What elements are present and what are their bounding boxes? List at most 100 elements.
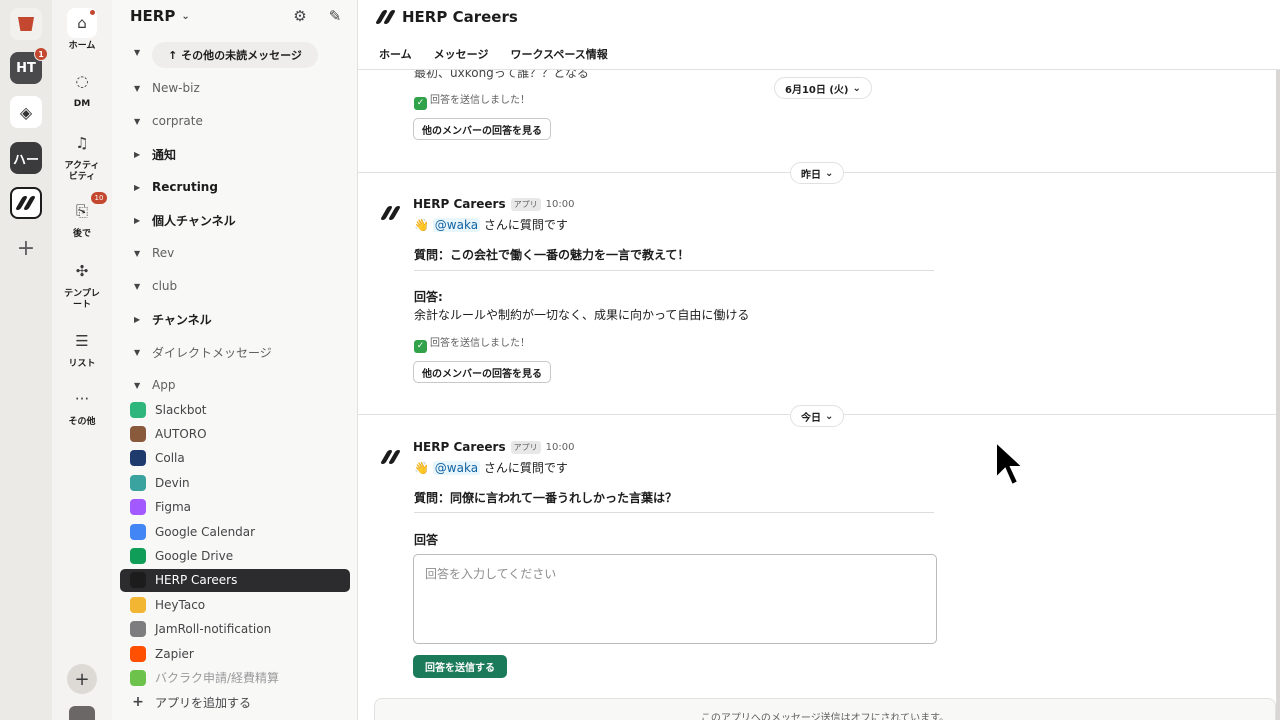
question-text: 質問：同僚に言われて一番うれしかった言葉は？ — [414, 491, 678, 505]
channel-title-text: HERP Careers — [402, 8, 518, 26]
nav-lists[interactable]: ☰ リスト — [52, 326, 112, 370]
user-avatar[interactable] — [69, 706, 95, 720]
timestamp[interactable]: 10:00 — [546, 199, 575, 210]
app-icon — [130, 572, 146, 589]
more-unread-button[interactable]: ↑ その他の未読メッセージ — [152, 42, 318, 68]
sidebar-app-item[interactable]: Google Calendar — [120, 520, 350, 543]
app-icon — [130, 669, 146, 686]
sidebar-app-label: Google Drive — [155, 548, 234, 563]
chevron-down-icon: ⌄ — [181, 10, 190, 22]
workspace-icon-1[interactable] — [10, 8, 42, 40]
channel-title[interactable]: HERP Careers — [374, 8, 518, 26]
nav-dm[interactable]: ◌ DM — [52, 66, 112, 110]
add-app-button[interactable]: + アプリを追加する — [120, 691, 350, 714]
sidebar-app-label: JamRoll-notification — [155, 622, 272, 637]
sidebar-app-label: Colla — [155, 451, 185, 466]
caret-down-icon: ▼ — [134, 48, 141, 57]
sidebar-app-item[interactable]: HeyTaco — [120, 593, 350, 616]
workspace-ht[interactable]: HT 1 — [10, 47, 48, 84]
chevron-down-icon: ⌄ — [852, 82, 861, 94]
see-others-button[interactable]: 他のメンバーの回答を見る — [413, 361, 551, 383]
sidebar-app-item[interactable]: JamRoll-notification — [120, 618, 350, 641]
workspace-ha[interactable]: ハー — [10, 142, 42, 174]
sidebar-section-label: club — [152, 279, 178, 293]
tab-messages[interactable]: メッセージ — [434, 46, 489, 70]
cup-icon — [18, 17, 34, 31]
nav-templates-label: テンプレ ート — [64, 289, 100, 310]
timestamp[interactable]: 10:00 — [546, 442, 575, 453]
create-button[interactable]: + — [67, 664, 97, 694]
sidebar-section[interactable]: ▼ App — [130, 373, 350, 397]
tab-home[interactable]: ホーム — [379, 46, 412, 70]
sidebar-app-item[interactable]: Zapier — [120, 642, 350, 665]
answer-textarea[interactable]: 回答を入力してください — [413, 554, 937, 644]
see-others-button[interactable]: 他のメンバーの回答を見る — [413, 118, 551, 140]
later-badge: 10 — [91, 192, 107, 204]
nav-later[interactable]: ⎘ 10 後で — [52, 192, 112, 240]
app-icon — [130, 450, 146, 467]
submit-answer-button[interactable]: 回答を送信する — [413, 655, 507, 678]
caret-right-icon: ▶ — [134, 215, 141, 225]
bell-icon: ♫ — [75, 134, 89, 152]
app-avatar-icon[interactable] — [379, 450, 402, 464]
sender-name[interactable]: HERP Careers — [413, 440, 506, 454]
sidebar-section[interactable]: ▼ corprate — [130, 109, 350, 133]
app-tag: アプリ — [510, 440, 541, 454]
check-icon: ✓ — [414, 340, 427, 353]
workspace-3[interactable]: ◈ — [10, 96, 42, 128]
sidebar-app-label: Google Calendar — [155, 524, 256, 539]
workspace-herp[interactable] — [10, 187, 42, 219]
app-icon — [130, 523, 146, 540]
nav-home[interactable]: ⌂ ホーム — [52, 8, 112, 52]
home-icon: ⌂ — [67, 8, 97, 38]
sidebar-app-item[interactable]: バクラク申請/経費精算 — [120, 666, 350, 689]
sidebar-section[interactable]: ▼ club — [130, 274, 350, 298]
sidebar-app-item[interactable]: Figma — [120, 496, 350, 519]
date-divider-yesterday[interactable]: 昨日 ⌄ — [790, 162, 845, 184]
sidebar-app-item[interactable]: HERP Careers — [120, 568, 350, 592]
sidebar-app-item[interactable]: Devin — [120, 471, 350, 494]
app-avatar-icon[interactable] — [379, 206, 402, 220]
bookmark-icon: ⎘ 10 — [67, 192, 107, 226]
sidebar-section-label: 個人チャンネル — [152, 213, 236, 228]
workspace-ha-label: ハー — [12, 152, 39, 168]
sidebar-section[interactable]: ▼ ダイレクトメッセージ — [130, 340, 350, 364]
app-icon — [130, 645, 146, 662]
workspace-menu[interactable]: HERP ⌄ — [130, 7, 190, 25]
message-intro: 👋 @waka さんに質問です — [414, 218, 568, 232]
caret-down-icon: ▼ — [134, 347, 141, 357]
tab-workspace-info[interactable]: ワークスペース情報 — [510, 46, 607, 70]
sidebar-app-item[interactable]: AUTORO — [120, 422, 350, 445]
sidebar-section[interactable]: ▶ チャンネル — [130, 307, 350, 331]
sidebar-section[interactable]: ▶ 通知 — [130, 142, 350, 166]
sidebar-section[interactable]: ▶ 個人チャンネル — [130, 208, 350, 232]
filter-icon[interactable]: ⚙ — [290, 7, 310, 25]
sidebar-app-item[interactable]: Slackbot — [120, 398, 350, 421]
add-workspace-button[interactable]: + — [14, 236, 38, 261]
sidebar-section[interactable]: ▶ Recruting — [130, 175, 350, 199]
sidebar-section[interactable]: ▼ New-biz — [130, 76, 350, 100]
sidebar: HERP ⌄ ⚙ ✎ ▼ ↑ その他の未読メッセージ ▼ New-biz ▼ corp… — [112, 0, 358, 720]
sidebar-section-label: corprate — [152, 114, 203, 128]
nav-templates[interactable]: ✣ テンプレ ート — [52, 256, 112, 311]
compose-icon[interactable]: ✎ — [325, 7, 345, 25]
user-mention[interactable]: @waka — [432, 461, 481, 475]
scrollbar[interactable] — [1276, 0, 1280, 720]
date-divider-jun10[interactable]: 6月10日 (火) ⌄ — [774, 77, 872, 99]
sidebar-section[interactable]: ▼ Rev — [130, 241, 350, 265]
sidebar-app-label: HeyTaco — [155, 597, 206, 612]
sidebar-app-label: Slackbot — [155, 402, 207, 417]
more-icon: ··· — [74, 390, 90, 408]
sidebar-app-item[interactable]: Google Drive — [120, 544, 350, 567]
plus-icon: + — [132, 694, 144, 711]
nav-more[interactable]: ··· その他 — [52, 384, 112, 428]
date-divider-today[interactable]: 今日 ⌄ — [790, 405, 845, 427]
nav-activity[interactable]: ♫ アクティ ビティ — [52, 128, 112, 183]
user-mention[interactable]: @waka — [432, 218, 481, 232]
nav-dm-label: DM — [73, 99, 91, 109]
sender-name[interactable]: HERP Careers — [413, 197, 506, 211]
sidebar-app-label: HERP Careers — [155, 573, 238, 588]
sidebar-app-item[interactable]: Colla — [120, 447, 350, 470]
sent-confirmation: ✓ 回答を送信しました！ — [414, 91, 530, 110]
divider — [414, 270, 934, 271]
